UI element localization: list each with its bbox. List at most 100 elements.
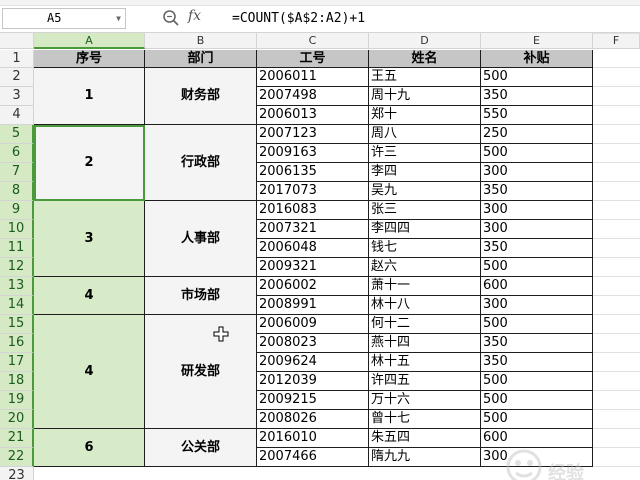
employee-id-cell[interactable]: 2017073 <box>257 182 369 201</box>
employee-id-cell[interactable]: 2007123 <box>257 125 369 144</box>
subsidy-cell[interactable]: 500 <box>481 68 593 87</box>
name-cell[interactable]: 周八 <box>369 125 481 144</box>
subsidy-cell[interactable]: 350 <box>481 182 593 201</box>
row-header-7[interactable]: 7 <box>0 163 34 182</box>
employee-id-cell[interactable]: 2006002 <box>257 277 369 296</box>
name-cell[interactable]: 许四五 <box>369 372 481 391</box>
name-cell[interactable]: 万十六 <box>369 391 481 410</box>
row-header-21[interactable]: 21 <box>0 429 34 448</box>
subsidy-cell[interactable]: 500 <box>481 144 593 163</box>
subsidy-cell[interactable]: 500 <box>481 410 593 429</box>
zoom-icon[interactable] <box>162 9 180 27</box>
header-cell[interactable]: 部门 <box>145 50 257 68</box>
name-cell[interactable]: 许三 <box>369 144 481 163</box>
subsidy-cell[interactable]: 500 <box>481 391 593 410</box>
name-cell[interactable]: 林十五 <box>369 353 481 372</box>
employee-id-cell[interactable]: 2016010 <box>257 429 369 448</box>
seq-cell[interactable]: 3 <box>34 201 145 277</box>
spreadsheet-grid[interactable]: ABCDEF 1 2 3 4 5 6 7 8 9 10 11 12 13 14 15 16 17 18 19 20 21… <box>0 33 640 480</box>
employee-id-cell[interactable]: 2008023 <box>257 334 369 353</box>
seq-cell[interactable]: 2 <box>34 125 145 201</box>
employee-id-cell[interactable]: 2012039 <box>257 372 369 391</box>
employee-id-cell[interactable]: 2006011 <box>257 68 369 87</box>
employee-id-cell[interactable]: 2016083 <box>257 201 369 220</box>
name-cell[interactable]: 钱七 <box>369 239 481 258</box>
column-header-f[interactable]: F <box>593 33 640 49</box>
name-box[interactable]: A5 ▼ <box>2 8 126 29</box>
dept-cell[interactable]: 人事部 <box>145 201 257 277</box>
row-header-17[interactable]: 17 <box>0 353 34 372</box>
column-header-c[interactable]: C <box>257 33 369 49</box>
column-header-b[interactable]: B <box>145 33 257 49</box>
name-cell[interactable]: 朱五四 <box>369 429 481 448</box>
row-header-2[interactable]: 2 <box>0 68 34 87</box>
row-header-18[interactable]: 18 <box>0 372 34 391</box>
chevron-down-icon[interactable]: ▼ <box>116 9 121 28</box>
column-header-e[interactable]: E <box>481 33 593 49</box>
dept-cell[interactable]: 财务部 <box>145 68 257 125</box>
row-header-6[interactable]: 6 <box>0 144 34 163</box>
dept-cell[interactable]: 行政部 <box>145 125 257 201</box>
subsidy-cell[interactable]: 600 <box>481 277 593 296</box>
employee-id-cell[interactable]: 2006135 <box>257 163 369 182</box>
row-header-4[interactable]: 4 <box>0 106 34 125</box>
subsidy-cell[interactable]: 300 <box>481 296 593 315</box>
name-cell[interactable]: 李四 <box>369 163 481 182</box>
subsidy-cell[interactable]: 350 <box>481 87 593 106</box>
subsidy-cell[interactable]: 300 <box>481 220 593 239</box>
employee-id-cell[interactable]: 2006013 <box>257 106 369 125</box>
employee-id-cell[interactable]: 2008991 <box>257 296 369 315</box>
name-cell[interactable]: 曾十七 <box>369 410 481 429</box>
seq-cell[interactable]: 4 <box>34 315 145 429</box>
dept-cell[interactable]: 市场部 <box>145 277 257 315</box>
subsidy-cell[interactable]: 550 <box>481 106 593 125</box>
formula-input[interactable]: =COUNT($A$2:A2)+1 <box>228 8 638 29</box>
row-header-19[interactable]: 19 <box>0 391 34 410</box>
employee-id-cell[interactable]: 2007321 <box>257 220 369 239</box>
employee-id-cell[interactable]: 2009321 <box>257 258 369 277</box>
row-header-8[interactable]: 8 <box>0 182 34 201</box>
subsidy-cell[interactable]: 300 <box>481 201 593 220</box>
column-header-a[interactable]: A <box>34 33 145 49</box>
employee-id-cell[interactable]: 2007498 <box>257 87 369 106</box>
row-header-9[interactable]: 9 <box>0 201 34 220</box>
row-header-1[interactable]: 1 <box>0 50 34 68</box>
column-f-area[interactable] <box>593 50 640 480</box>
row-header-20[interactable]: 20 <box>0 410 34 429</box>
name-cell[interactable]: 燕十四 <box>369 334 481 353</box>
seq-cell[interactable]: 6 <box>34 429 145 467</box>
name-cell[interactable]: 隋九九 <box>369 448 481 467</box>
name-cell[interactable]: 何十二 <box>369 315 481 334</box>
header-cell[interactable]: 补贴 <box>481 50 593 68</box>
row-header-11[interactable]: 11 <box>0 239 34 258</box>
header-cell[interactable]: 工号 <box>257 50 369 68</box>
subsidy-cell[interactable]: 600 <box>481 429 593 448</box>
subsidy-cell[interactable]: 350 <box>481 334 593 353</box>
row-header-5[interactable]: 5 <box>0 125 34 144</box>
subsidy-cell[interactable]: 350 <box>481 239 593 258</box>
dept-cell[interactable]: 研发部 <box>145 315 257 429</box>
name-cell[interactable]: 王五 <box>369 68 481 87</box>
header-cell[interactable]: 序号 <box>34 50 145 68</box>
seq-cell[interactable]: 4 <box>34 277 145 315</box>
subsidy-cell[interactable]: 500 <box>481 258 593 277</box>
row-header-16[interactable]: 16 <box>0 334 34 353</box>
subsidy-cell[interactable]: 250 <box>481 125 593 144</box>
employee-id-cell[interactable]: 2009163 <box>257 144 369 163</box>
employee-id-cell[interactable]: 2008026 <box>257 410 369 429</box>
name-cell[interactable]: 赵六 <box>369 258 481 277</box>
seq-cell[interactable]: 1 <box>34 68 145 125</box>
insert-function-icon[interactable]: fx <box>188 8 201 24</box>
row-header-14[interactable]: 14 <box>0 296 34 315</box>
row-header-23[interactable]: 23 <box>0 467 34 480</box>
employee-id-cell[interactable]: 2006009 <box>257 315 369 334</box>
name-cell[interactable]: 张三 <box>369 201 481 220</box>
dept-cell[interactable]: 公关部 <box>145 429 257 467</box>
employee-id-cell[interactable]: 2006048 <box>257 239 369 258</box>
subsidy-cell[interactable]: 350 <box>481 353 593 372</box>
employee-id-cell[interactable]: 2009215 <box>257 391 369 410</box>
name-cell[interactable]: 李四四 <box>369 220 481 239</box>
subsidy-cell[interactable]: 500 <box>481 372 593 391</box>
row-header-22[interactable]: 22 <box>0 448 34 467</box>
row-header-15[interactable]: 15 <box>0 315 34 334</box>
